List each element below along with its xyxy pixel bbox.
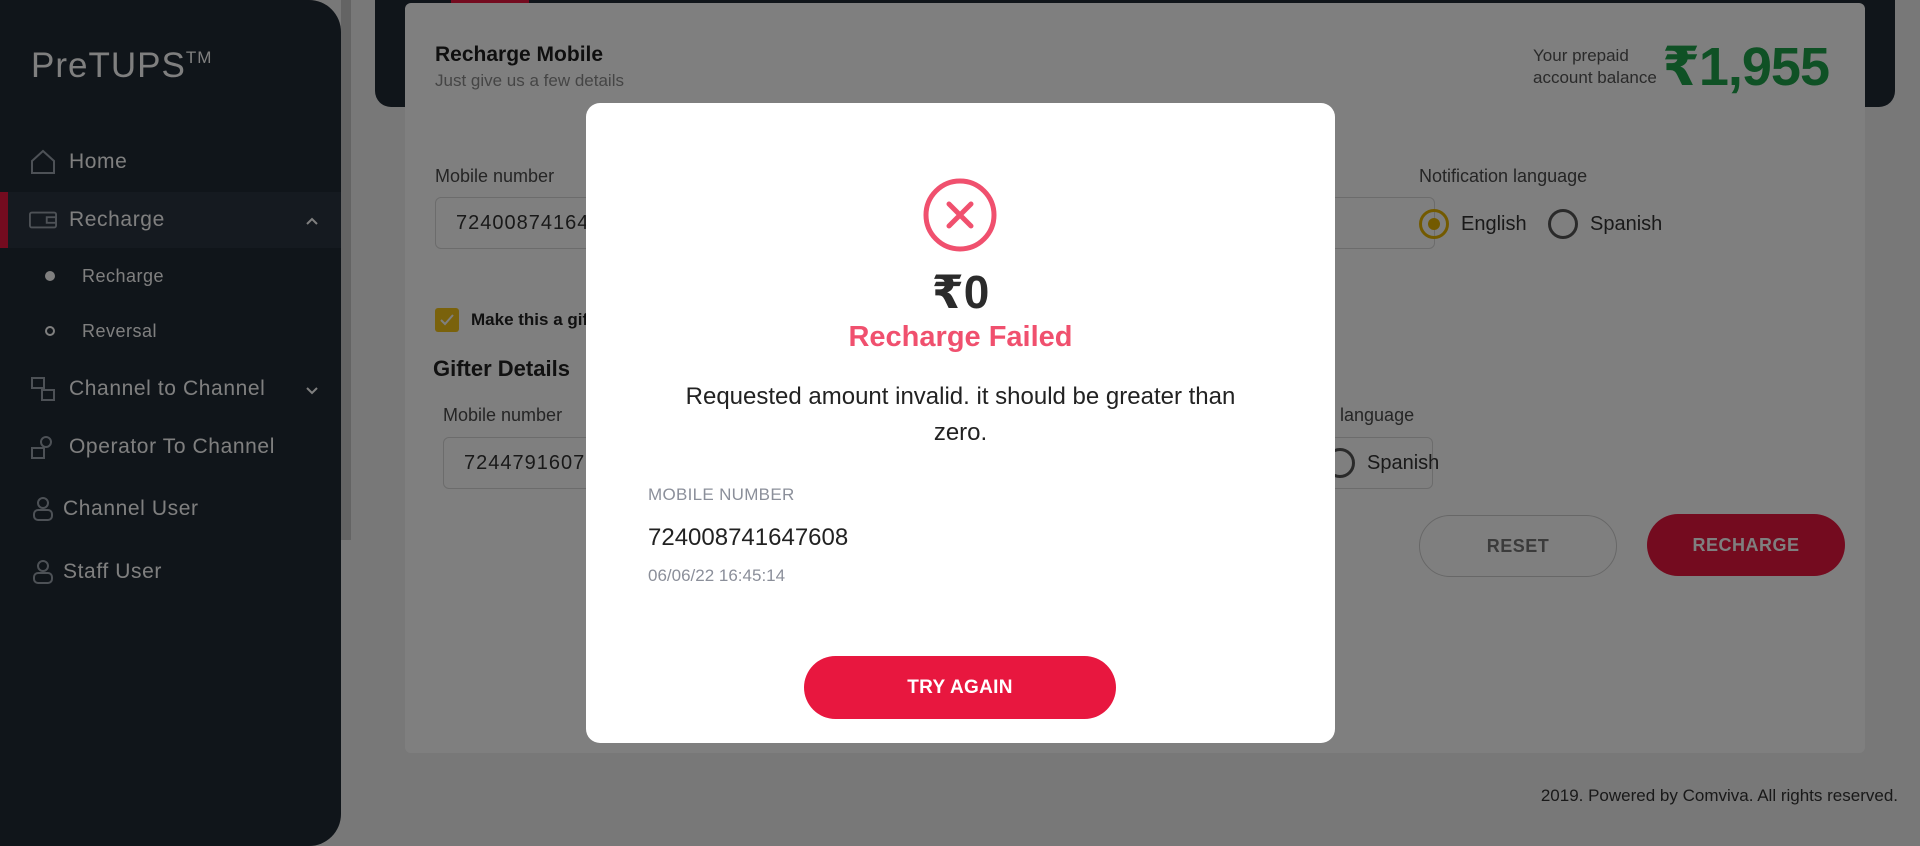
mobile-number-caption: MOBILE NUMBER [648, 485, 795, 504]
error-message: Requested amount invalid. it should be g… [685, 383, 1236, 446]
recharge-failed-dialog: ₹0 Recharge Failed Requested amount inva… [586, 103, 1335, 743]
mobile-number-value: 724008741647608 [648, 524, 849, 551]
status-title: Recharge Failed [848, 321, 1073, 353]
error-x-icon [923, 178, 997, 252]
try-again-button[interactable]: TRY AGAIN [804, 656, 1116, 719]
recharge-amount: ₹0 [931, 266, 990, 318]
transaction-timestamp: 06/06/22 16:45:14 [648, 566, 786, 585]
